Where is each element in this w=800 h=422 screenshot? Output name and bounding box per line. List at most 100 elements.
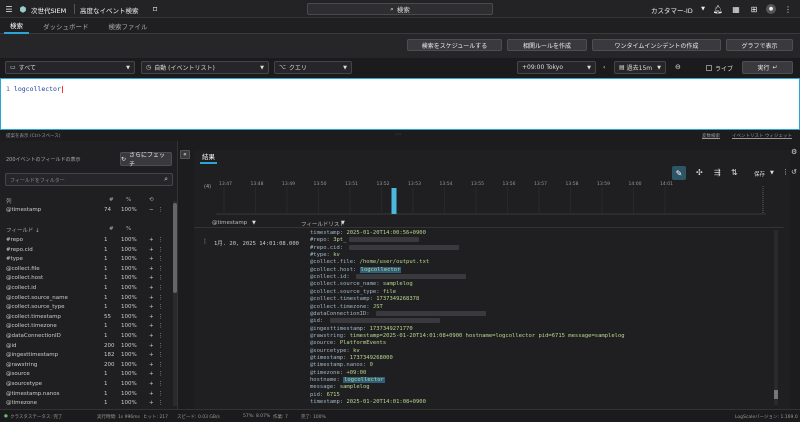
column-settings-icon[interactable]: ⇶ [714,168,721,177]
event-line[interactable]: #type: kv [310,252,340,258]
save-menu[interactable]: 保存 [754,170,765,178]
more-icon[interactable]: ⋮ [158,323,164,329]
fetch-more-button[interactable]: ↻ さらにフェッチ [120,152,172,168]
event-line[interactable]: @sourcetype: kv [310,348,360,354]
more-icon[interactable]: ⋮ [158,371,164,377]
event-line[interactable]: @collect.file: /home/user/output.txt [310,259,429,265]
live-checkbox[interactable] [706,65,712,71]
field-row[interactable]: @collect.id 1 100% + ⋮ [6,285,170,294]
row-menu-icon[interactable]: ⋮ [202,238,208,245]
bell-icon[interactable]: 🔔︎ [713,4,723,14]
show-graph-button[interactable]: グラフで表示 [726,39,793,51]
create-correlation-rule-button[interactable]: 相関ルールを作成 [507,39,587,51]
add-icon[interactable]: + [149,275,154,281]
event-line[interactable]: @collect.timezone: JST [310,304,383,310]
create-oneoff-incident-button[interactable]: ワンタイムインシデントの作成 [592,39,721,51]
more-icon[interactable]: ⋮ [158,237,164,243]
pinned-field-row[interactable]: @timestamp 74 100% − ⋮ [6,207,170,216]
add-icon[interactable]: + [149,256,154,262]
avatar[interactable]: ● [766,4,776,14]
event-line[interactable]: @collect.host: logcollector [310,266,402,273]
event-line[interactable]: message: samplelog [310,384,370,390]
more-icon[interactable]: ⋮ [158,295,164,301]
field-row[interactable]: @collect.timestamp 55 100% + ⋮ [6,314,170,323]
event-line[interactable]: @timestamp.nanos: 0 [310,362,373,368]
results-scrollbar[interactable] [774,230,778,405]
chevron-left-icon[interactable]: ‹ [603,64,605,71]
event-line[interactable]: timestamp: 2025-01-20T14:01:08+0900 [310,399,426,405]
query-line[interactable]: 1 logcollector [6,85,63,93]
event-timestamp[interactable]: 1月. 20, 2025 14:01:08.000 [214,239,299,247]
schedule-search-button[interactable]: 検索をスケジュールする [407,39,502,51]
event-line[interactable]: @collect.source_name: samplelog [310,281,413,287]
more-icon[interactable]: ⋮ [158,247,164,253]
chevron-down-icon[interactable]: ▼ [698,4,708,14]
repository-select[interactable]: ▭ すべて ▼ [5,61,135,74]
more-icon[interactable]: ⋮ [158,285,164,291]
more-icon[interactable]: ⋮ [158,314,164,320]
suggestions-hint[interactable]: 提案を表示 (Ctrl-スペース) [6,133,61,139]
more-icon[interactable]: ⋮ [782,168,789,176]
event-line[interactable]: pid: 6715 [310,392,340,398]
global-search-button[interactable]: ⌕ 検索 [307,3,493,15]
field-row[interactable]: #repo.cid 1 100% + ⋮ [6,247,170,256]
field-row[interactable]: #repo 1 100% + ⋮ [6,237,170,246]
crosshair-icon[interactable]: ✣ [696,168,703,177]
tab-search-files[interactable]: 検索ファイル [103,18,154,34]
event-line[interactable]: #repo: 3pt_ [310,237,420,243]
more-icon[interactable]: ⋮ [158,266,164,272]
add-icon[interactable]: + [149,391,154,397]
mode-select[interactable]: ◷ 自動 (イベントリスト) ▼ [141,61,269,74]
event-line[interactable]: @source: PlatformEvents [310,340,386,346]
more-icon[interactable]: ⋮ [783,4,793,14]
add-icon[interactable]: + [149,343,154,349]
more-icon[interactable]: ⋮ [158,333,164,339]
add-icon[interactable]: + [149,295,154,301]
field-row[interactable]: @id 200 100% + ⋮ [6,343,170,352]
bookmark-icon[interactable]: ⌑ [150,4,160,14]
field-row[interactable]: @collect.timezone 1 100% + ⋮ [6,323,170,332]
add-icon[interactable]: + [149,333,154,339]
add-icon[interactable]: + [149,381,154,387]
event-line[interactable]: @collect.timestamp: 1737349268378 [310,296,419,302]
event-line[interactable]: hostname: logcollector [310,377,385,383]
event-line[interactable]: @collect.id: [310,274,467,280]
histogram[interactable]: (4) 13:47 13:48 13:49 13:50 13:51 13:52 13:53 1… [194,180,779,220]
field-row[interactable]: @timezone 1 100% + ⋮ [6,400,170,409]
field-list-column-header[interactable]: フィールドリスト [301,220,345,228]
scrollbar-thumb[interactable] [774,390,778,399]
add-icon[interactable]: + [149,285,154,291]
field-row[interactable]: @rawstring 200 100% + ⋮ [6,362,170,371]
more-icon[interactable]: ⋮ [158,207,164,213]
customer-selector[interactable]: カスタマー-ID [651,5,693,15]
field-row[interactable]: @source 1 100% + ⋮ [6,371,170,380]
run-button[interactable]: 実行 ↵ [742,61,793,74]
more-icon[interactable]: ⋮ [158,391,164,397]
reset-icon[interactable]: ⟲ [149,197,154,203]
add-icon[interactable]: + [149,247,154,253]
event-line[interactable]: @timezone: +09:00 [310,370,366,376]
chevron-down-icon[interactable]: ▼ [252,220,256,226]
menu-icon[interactable]: ☰ [4,4,14,14]
event-line[interactable]: @rawstring: timestamp=2025-01-20T14:01:0… [310,333,625,339]
field-row[interactable]: @dataConnectionID 1 100% + ⋮ [6,333,170,342]
collapse-panel-button[interactable]: « [180,150,190,159]
remove-icon[interactable]: − [149,207,154,213]
add-icon[interactable]: + [149,266,154,272]
timestamp-column-header[interactable]: @timestamp [212,220,247,226]
event-list-widget-link[interactable]: イベントリスト ウィジェット [732,133,792,139]
field-filter-input[interactable]: フィールドをフィルター ⌕ [5,173,173,186]
event-line[interactable]: @dataConnectionID: [310,310,486,317]
field-row[interactable]: @ingesttimestamp 182 100% + ⋮ [6,352,170,361]
more-icon[interactable]: ⋮ [158,304,164,310]
field-row[interactable]: @collect.source_name 1 100% + ⋮ [6,295,170,304]
chevron-down-icon[interactable]: ▼ [341,220,345,226]
tab-search[interactable]: 検索 [4,18,29,34]
query-type-select[interactable]: ⌥ クエリ ▼ [274,61,352,74]
apps-icon[interactable]: ▦ [731,4,741,14]
more-icon[interactable]: ⋮ [158,352,164,358]
add-icon[interactable]: + [149,400,154,406]
sort-icon[interactable]: ⇅ [731,168,738,177]
event-line[interactable]: #repo.cid: [310,244,460,251]
add-icon[interactable]: + [149,304,154,310]
